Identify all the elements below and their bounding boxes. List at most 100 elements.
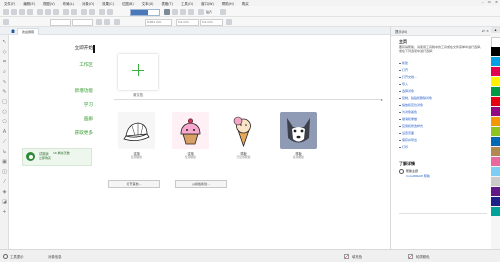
nav-get-started[interactable]: 立即开始 bbox=[75, 45, 93, 51]
menu-edit[interactable]: 编辑(E) bbox=[19, 1, 39, 6]
landscape-icon[interactable] bbox=[104, 19, 110, 25]
show-rulers-icon[interactable] bbox=[172, 8, 178, 15]
menu-object[interactable]: 对象(O) bbox=[78, 1, 98, 6]
polygon-tool-icon[interactable]: ⬠ bbox=[2, 119, 8, 125]
hint-link-undo[interactable]: 撤消和重做 bbox=[402, 117, 417, 121]
add-tool-icon[interactable]: + bbox=[2, 209, 8, 215]
menu-layout[interactable]: 布局(L) bbox=[59, 1, 78, 6]
hint-link-save[interactable]: 保存并导出 bbox=[402, 138, 417, 142]
swatch-gray[interactable] bbox=[491, 177, 500, 186]
swatch-pink[interactable] bbox=[491, 157, 500, 166]
paste-icon[interactable] bbox=[53, 8, 59, 15]
hint-link-import[interactable]: 导入 bbox=[402, 82, 408, 86]
hint-link-color[interactable]: 为对象着色 bbox=[402, 110, 417, 114]
menu-help[interactable]: 帮助(H) bbox=[218, 1, 238, 6]
transparency-icon[interactable]: ◫ bbox=[2, 169, 8, 175]
page-width-field[interactable] bbox=[50, 19, 71, 26]
connector-tool-icon[interactable]: ↳ bbox=[2, 149, 8, 155]
swatch-cyan[interactable] bbox=[491, 57, 500, 66]
hint-link-select[interactable]: 选择对象 bbox=[402, 89, 414, 93]
nav-get-more[interactable]: 获取更多 bbox=[75, 130, 93, 136]
interactive-fill-icon[interactable]: ◈ bbox=[2, 189, 8, 195]
new-from-template-button[interactable]: 从模板新建... bbox=[175, 180, 227, 188]
template-thumb-icecream[interactable] bbox=[225, 112, 262, 149]
crop-tool-icon[interactable]: ⌗ bbox=[2, 59, 8, 65]
close-button[interactable]: × bbox=[495, 0, 498, 4]
template-thumb-cap[interactable] bbox=[118, 112, 155, 149]
new-icon[interactable] bbox=[3, 8, 9, 15]
import-icon[interactable] bbox=[81, 8, 87, 15]
open-icon[interactable] bbox=[11, 8, 17, 15]
hint-link-new[interactable]: 新建 bbox=[402, 61, 408, 65]
treat-as-filled-icon[interactable] bbox=[226, 19, 232, 25]
hint-link-styles[interactable]: 应用和修改样式 bbox=[402, 124, 423, 128]
zoom-tool-icon[interactable]: ⌕ bbox=[2, 69, 8, 75]
text-tool-icon[interactable]: A bbox=[2, 129, 8, 135]
show-grid-icon[interactable] bbox=[180, 8, 186, 15]
parallel-dimension-icon[interactable]: ⟋ bbox=[2, 139, 8, 145]
home-icon[interactable] bbox=[11, 29, 15, 33]
swatch-black[interactable] bbox=[491, 47, 500, 56]
no-fill-icon[interactable] bbox=[344, 254, 349, 259]
rectangle-tool-icon[interactable]: □ bbox=[2, 99, 8, 105]
nav-gallery[interactable]: 画廊 bbox=[84, 116, 93, 122]
options-gear-icon[interactable] bbox=[220, 8, 226, 15]
menu-buy[interactable]: 购买 bbox=[238, 1, 253, 6]
freehand-tool-icon[interactable]: ∿ bbox=[2, 79, 8, 85]
swatch-violet[interactable] bbox=[491, 187, 500, 196]
nav-whats-new[interactable]: 新增功能 bbox=[75, 88, 93, 94]
swatch-lime[interactable] bbox=[491, 127, 500, 136]
no-outline-icon[interactable] bbox=[408, 254, 413, 259]
swatch-light-blue[interactable] bbox=[491, 167, 500, 176]
hint-link-print[interactable]: 打印 bbox=[402, 145, 408, 149]
duplicate-y-field[interactable]: 5.0 mm bbox=[200, 19, 223, 26]
buy-now-link[interactable]: 立即购买 bbox=[39, 156, 51, 160]
portrait-icon[interactable] bbox=[96, 19, 102, 25]
menu-bitmaps[interactable]: 位图(B) bbox=[118, 1, 138, 6]
app-launcher-icon[interactable] bbox=[107, 8, 113, 15]
trial-promo-panel[interactable]: 试用版 立即购买 16 剩余天数 bbox=[22, 148, 92, 166]
snap-label[interactable]: 贴齐 bbox=[206, 10, 212, 14]
hint-link-page[interactable]: 设置页面 bbox=[402, 131, 414, 135]
swatch-purple[interactable] bbox=[491, 107, 500, 116]
swatch-yellow[interactable] bbox=[491, 77, 500, 86]
pick-tool-icon[interactable]: ↖ bbox=[2, 39, 8, 45]
zoom-level-dropdown[interactable] bbox=[130, 9, 160, 16]
swatch-teal[interactable] bbox=[491, 207, 500, 216]
undo-icon[interactable] bbox=[63, 8, 69, 15]
copy-icon[interactable] bbox=[45, 8, 51, 15]
drop-shadow-icon[interactable]: ▣ bbox=[2, 159, 8, 165]
nudge-distance-field[interactable]: 0.001 mm bbox=[145, 19, 172, 26]
swatch-orange[interactable] bbox=[491, 117, 500, 126]
menu-table[interactable]: 表格(T) bbox=[157, 1, 177, 6]
new-document-tile[interactable] bbox=[118, 54, 158, 90]
hint-link-open[interactable]: 打开 bbox=[402, 68, 408, 72]
menu-effects[interactable]: 效果(C) bbox=[98, 1, 118, 6]
restore-button[interactable]: ▭ bbox=[488, 0, 491, 4]
swatch-blue[interactable] bbox=[491, 137, 500, 146]
full-screen-icon[interactable] bbox=[164, 8, 170, 15]
menu-text[interactable]: 文本(X) bbox=[138, 1, 158, 6]
swatch-green[interactable] bbox=[491, 87, 500, 96]
open-other-button[interactable]: 打开其他... bbox=[108, 180, 160, 188]
page-height-field[interactable] bbox=[72, 19, 93, 26]
hint-link-open-doc[interactable]: 打开文档... bbox=[402, 75, 417, 79]
menu-window[interactable]: 窗口(W) bbox=[197, 1, 218, 6]
swatch-navy[interactable] bbox=[491, 197, 500, 206]
publish-pdf-icon[interactable] bbox=[99, 8, 105, 15]
show-guidelines-icon[interactable] bbox=[188, 8, 194, 15]
shape-tool-icon[interactable]: ◇ bbox=[2, 49, 8, 55]
template-thumb-cupcake[interactable] bbox=[172, 112, 209, 149]
smart-fill-icon[interactable]: ◪ bbox=[2, 199, 8, 205]
export-icon[interactable] bbox=[89, 8, 95, 15]
nav-workspace[interactable]: 工作区 bbox=[79, 62, 93, 68]
eyedropper-icon[interactable]: ⁄ bbox=[2, 179, 8, 185]
hint-link-scale[interactable]: 缩放和定位对象 bbox=[402, 103, 423, 107]
swatch-magenta[interactable] bbox=[491, 67, 500, 76]
save-icon[interactable] bbox=[19, 8, 25, 15]
panel-close-icon[interactable]: ⇄ × bbox=[482, 29, 489, 33]
template-thumb-husky[interactable] bbox=[280, 112, 317, 149]
nav-learn[interactable]: 学习 bbox=[84, 102, 93, 108]
print-icon[interactable] bbox=[27, 8, 33, 15]
coreldraw-help-link[interactable]: CorelDRAW 帮助 bbox=[406, 174, 430, 178]
